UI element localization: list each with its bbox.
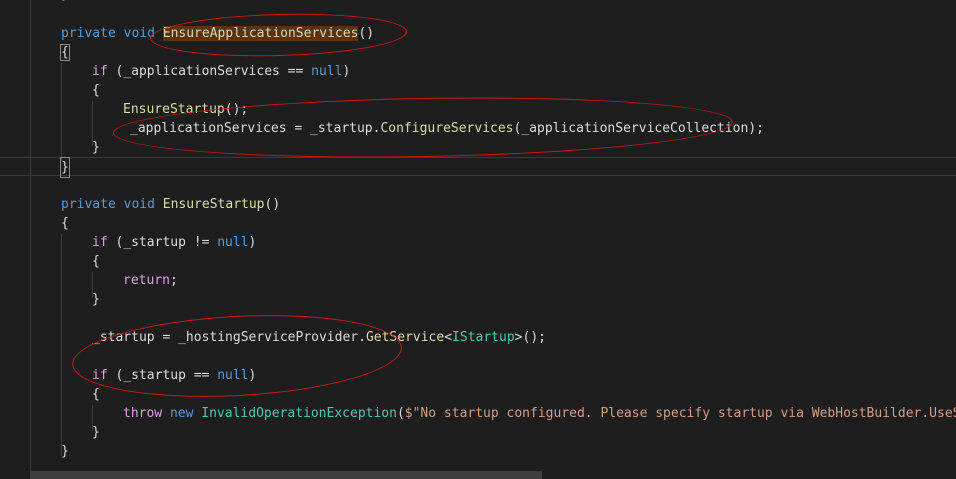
annotation-ellipse	[70, 307, 404, 405]
code-line: }	[61, 0, 69, 4]
code-line: }	[92, 140, 100, 155]
code-line: private void EnsureStartup()	[61, 197, 281, 212]
indent-guide	[61, 234, 62, 456]
code-line: }	[61, 444, 69, 459]
current-line: }	[0, 157, 956, 178]
code-line: }	[92, 292, 100, 307]
code-line: throw new InvalidOperationException($"No…	[123, 406, 956, 421]
code-line: {	[92, 83, 100, 98]
code-line: {	[92, 254, 100, 269]
code-line: if (_startup != null)	[92, 235, 257, 250]
code-editor[interactable]: } private void EnsureApplicationServices…	[0, 0, 956, 479]
indent-guide	[61, 63, 62, 161]
horizontal-scrollbar[interactable]	[30, 471, 542, 479]
code-line: return;	[123, 273, 178, 288]
indent-guide	[30, 0, 31, 471]
code-line: {	[92, 387, 100, 402]
code-line: {	[60, 43, 70, 62]
code-line: {	[61, 216, 69, 231]
annotation-ellipse	[149, 10, 408, 60]
matched-brace: {	[60, 44, 70, 61]
code-line: }	[92, 425, 100, 440]
matched-brace: }	[60, 157, 70, 178]
code-line: if (_applicationServices == null)	[92, 64, 351, 79]
